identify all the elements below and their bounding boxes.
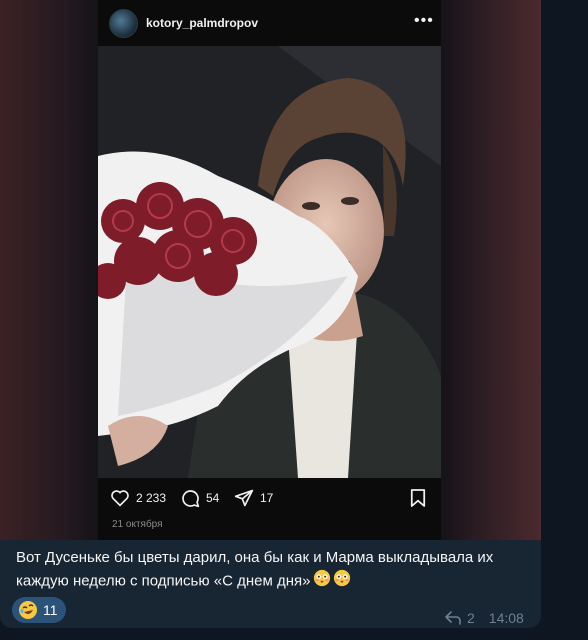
shares-count: 17 [260,491,274,505]
flushed-face-icon [333,569,351,594]
post-username[interactable]: kotory_palmdropov [146,16,258,30]
photo-illustration [98,46,441,478]
forward-count: 2 [467,610,475,626]
comment-icon [182,490,200,508]
reaction-count: 11 [43,602,58,618]
send-icon [234,489,254,507]
heart-icon [111,490,129,507]
like-action[interactable]: 2 233 [110,484,166,512]
post-actions: 2 233 54 17 [98,484,441,514]
bookmark-icon [410,489,426,507]
post-photo[interactable] [98,46,441,478]
post-header: kotory_palmdropov ••• [98,0,441,46]
instagram-post-card: kotory_palmdropov ••• 2 233 54 17 21 окт… [98,0,441,540]
message-meta: 2 14:08 [445,610,524,626]
reaction-badge[interactable]: 11 [12,597,66,623]
likes-count: 2 233 [136,491,167,505]
post-date: 21 октября [112,519,163,530]
rofl-emoji-icon [19,601,37,619]
message-media[interactable]: kotory_palmdropov ••• 2 233 54 17 21 окт… [0,0,541,540]
comment-action[interactable]: 54 [180,484,219,512]
message-caption: Вот Дусеньке бы цветы дарил, она бы как … [16,549,494,590]
message-bubble[interactable]: kotory_palmdropov ••• 2 233 54 17 21 окт… [0,0,541,628]
message-time: 14:08 [488,610,524,626]
comments-count: 54 [206,491,220,505]
reply-arrow-icon [445,611,461,625]
flushed-face-icon [313,569,331,594]
save-action[interactable] [410,484,432,512]
message-text: Вот Дусеньке бы цветы дарил, она бы как … [16,546,526,594]
more-horizontal-icon[interactable]: ••• [414,12,434,30]
avatar[interactable] [109,9,138,38]
share-action[interactable]: 17 [234,484,273,512]
